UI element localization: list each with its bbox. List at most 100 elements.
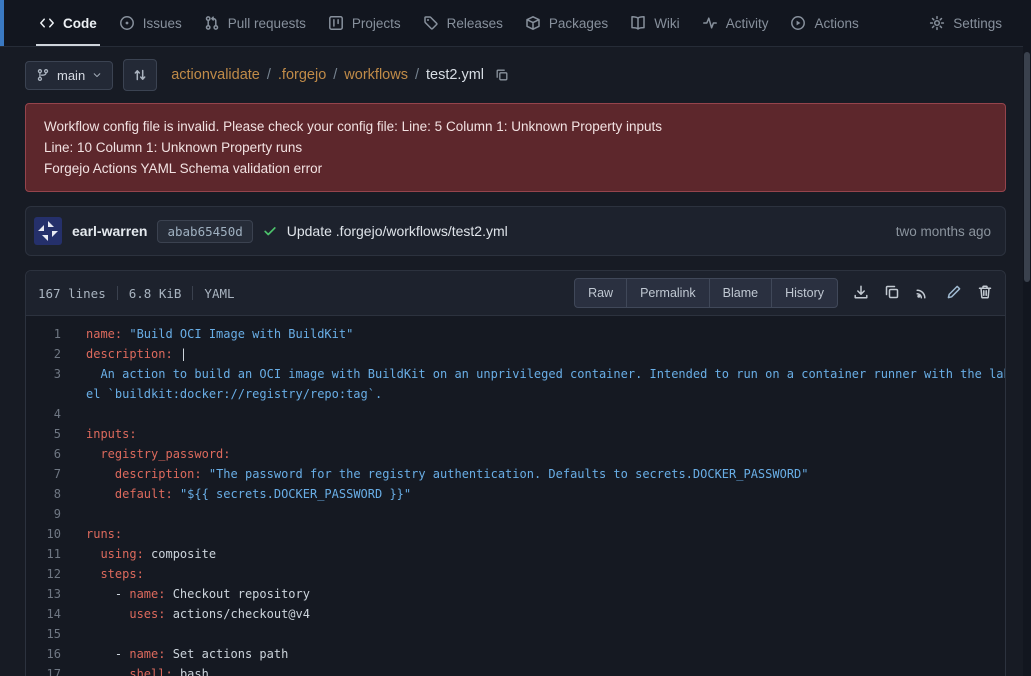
tab-label: Projects [352, 16, 401, 31]
tab-packages[interactable]: Packages [514, 0, 619, 46]
commit-status-check-icon[interactable] [263, 224, 277, 238]
tab-code[interactable]: Code [28, 0, 108, 46]
tab-wiki[interactable]: Wiki [619, 0, 691, 46]
error-line: Forgejo Actions YAML Schema validation e… [44, 158, 987, 179]
tab-settings[interactable]: Settings [918, 0, 1013, 46]
tab-actions[interactable]: Actions [779, 0, 869, 46]
repo-tab-bar: Code Issues Pull requests Projects Relea… [0, 0, 1031, 47]
avatar[interactable] [34, 217, 62, 245]
line-number[interactable]: 13 [26, 584, 61, 604]
page-scrollbar[interactable] [1023, 0, 1031, 676]
line-number[interactable]: 12 [26, 564, 61, 584]
tab-pull-requests[interactable]: Pull requests [193, 0, 317, 46]
code-line: 4 [26, 404, 1005, 424]
git-compare-icon [132, 67, 148, 83]
code-line: 11 using: composite [26, 544, 1005, 564]
pull-request-icon [204, 15, 220, 31]
compare-button[interactable] [123, 59, 157, 91]
delete-file-button[interactable] [977, 284, 993, 303]
download-icon [853, 284, 869, 303]
tab-projects[interactable]: Projects [317, 0, 412, 46]
breadcrumb-repo-link[interactable]: actionvalidate [171, 67, 260, 83]
rss-feed-button[interactable] [915, 284, 931, 303]
tab-label: Releases [447, 16, 503, 31]
code-line: 5inputs: [26, 424, 1005, 444]
project-board-icon [328, 15, 344, 31]
commit-sha-badge[interactable]: abab65450d [157, 220, 252, 243]
commit-message[interactable]: Update .forgejo/workflows/test2.yml [287, 223, 508, 239]
breadcrumb-dir-link[interactable]: .forgejo [278, 67, 326, 83]
code-line: 9 [26, 504, 1005, 524]
line-number[interactable]: 6 [26, 444, 61, 464]
line-number[interactable]: 17 [26, 664, 61, 676]
tag-icon [423, 15, 439, 31]
breadcrumb-separator: / [415, 67, 419, 83]
permalink-button[interactable]: Permalink [626, 278, 710, 308]
pencil-icon [946, 284, 962, 303]
edit-file-button[interactable] [946, 284, 962, 303]
line-content: An action to build an OCI image with Bui… [61, 364, 1005, 384]
breadcrumb-current-file: test2.yml [426, 67, 484, 83]
line-content: description: "The password for the regis… [61, 464, 809, 484]
blame-button[interactable]: Blame [709, 278, 772, 308]
meta-divider [192, 286, 193, 300]
breadcrumb-dir-link[interactable]: workflows [344, 67, 408, 83]
line-number[interactable]: 2 [26, 344, 61, 364]
line-content: description: | [61, 344, 187, 364]
code-line: 3 An action to build an OCI image with B… [26, 364, 1005, 384]
code-line: 12 steps: [26, 564, 1005, 584]
line-content: inputs: [61, 424, 137, 444]
file-size: 6.8 KiB [129, 286, 182, 301]
gear-icon [929, 15, 945, 31]
line-number[interactable]: 7 [26, 464, 61, 484]
line-number[interactable]: 8 [26, 484, 61, 504]
latest-commit-bar: earl-warren abab65450d Update .forgejo/w… [25, 206, 1006, 256]
raw-button[interactable]: Raw [574, 278, 627, 308]
line-number[interactable]: 15 [26, 624, 61, 644]
tab-releases[interactable]: Releases [412, 0, 514, 46]
line-number[interactable]: 11 [26, 544, 61, 564]
line-content [61, 624, 86, 644]
line-content: - name: Checkout repository [61, 584, 310, 604]
line-content: shell: bash [61, 664, 209, 676]
tab-label: Actions [814, 16, 858, 31]
line-number[interactable]: 4 [26, 404, 61, 424]
line-number[interactable]: 10 [26, 524, 61, 544]
tab-label: Packages [549, 16, 608, 31]
line-content [61, 504, 86, 524]
copy-path-button[interactable] [495, 68, 509, 82]
branch-name: main [57, 68, 85, 83]
file-view-panel: 167 lines 6.8 KiB YAML Raw Permalink Bla… [25, 270, 1006, 676]
scrollbar-thumb[interactable] [1024, 52, 1030, 282]
breadcrumb-separator: / [333, 67, 337, 83]
line-number[interactable]: 5 [26, 424, 61, 444]
tab-label: Settings [953, 16, 1002, 31]
tab-label: Pull requests [228, 16, 306, 31]
branch-selector[interactable]: main [25, 61, 113, 90]
tab-issues[interactable]: Issues [108, 0, 193, 46]
code-line: 16 - name: Set actions path [26, 644, 1005, 664]
commit-author[interactable]: earl-warren [72, 223, 147, 239]
workflow-error-banner: Workflow config file is invalid. Please … [25, 103, 1006, 192]
code-line: 2description: | [26, 344, 1005, 364]
line-number[interactable]: 16 [26, 644, 61, 664]
line-number[interactable] [26, 384, 61, 404]
file-line-count: 167 lines [38, 286, 106, 301]
line-number[interactable]: 9 [26, 504, 61, 524]
line-content: steps: [61, 564, 144, 584]
download-button[interactable] [853, 284, 869, 303]
copy-content-button[interactable] [884, 284, 900, 303]
git-branch-icon [36, 68, 50, 82]
commit-time: two months ago [896, 224, 991, 239]
history-button[interactable]: History [771, 278, 838, 308]
line-number[interactable]: 3 [26, 364, 61, 384]
file-navigation-bar: main actionvalidate / .forgejo / workflo… [25, 59, 1006, 91]
breadcrumb-separator: / [267, 67, 271, 83]
line-content: uses: actions/checkout@v4 [61, 604, 310, 624]
tab-activity[interactable]: Activity [691, 0, 780, 46]
line-number[interactable]: 1 [26, 324, 61, 344]
line-number[interactable]: 14 [26, 604, 61, 624]
code-line: 17 shell: bash [26, 664, 1005, 676]
error-line: Line: 10 Column 1: Unknown Property runs [44, 137, 987, 158]
meta-divider [117, 286, 118, 300]
